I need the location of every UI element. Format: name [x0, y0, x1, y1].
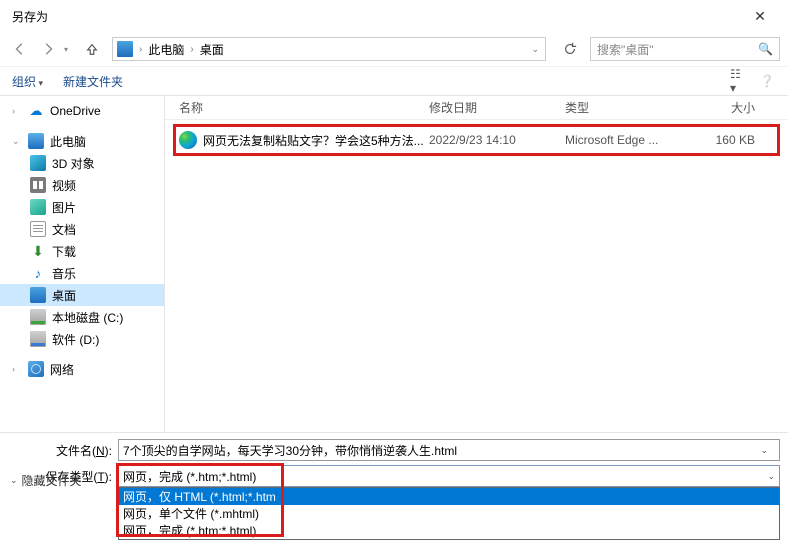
disk-icon: [30, 309, 46, 325]
chevron-down-icon: ⌄: [767, 471, 775, 482]
sidebar-item-label: 文档: [52, 221, 76, 238]
new-folder-button[interactable]: 新建文件夹: [63, 73, 123, 90]
edge-icon: [179, 131, 197, 149]
sidebar-item-label: 网络: [50, 361, 74, 378]
sidebar-item-disk-d[interactable]: 软件 (D:): [0, 328, 164, 350]
document-icon: [30, 221, 46, 237]
refresh-button[interactable]: [558, 37, 582, 61]
back-button[interactable]: [8, 37, 32, 61]
sidebar-item-label: 图片: [52, 199, 76, 216]
pc-icon: [117, 41, 133, 57]
file-type: Microsoft Edge ...: [565, 133, 685, 147]
sidebar-item-onedrive[interactable]: ›☁OneDrive: [0, 100, 164, 122]
view-options-button[interactable]: ☷ ▾: [730, 72, 748, 90]
navigation-tree[interactable]: ›☁OneDrive ⌄此电脑 3D 对象 视频 图片 文档 ⬇下载 ♪音乐 桌…: [0, 96, 165, 432]
sidebar-item-label: 本地磁盘 (C:): [52, 309, 123, 326]
file-row[interactable]: 网页无法复制粘贴文字？学会这5种方法... 2022/9/23 14:10 Mi…: [179, 127, 774, 153]
cube-icon: [30, 155, 46, 171]
sidebar-item-network[interactable]: ›网络: [0, 358, 164, 380]
breadcrumb-pc[interactable]: 此电脑: [148, 41, 184, 58]
window-title: 另存为: [8, 8, 740, 25]
address-dropdown-icon[interactable]: ⌄: [529, 44, 541, 55]
sidebar-item-label: 下载: [52, 243, 76, 260]
filetype-option[interactable]: 网页，仅 HTML (*.html;*.htm: [119, 488, 779, 505]
sidebar-item-3d[interactable]: 3D 对象: [0, 152, 164, 174]
file-list[interactable]: 名称 修改日期 类型 大小 网页无法复制粘贴文字？学会这5种方法... 2022…: [165, 96, 788, 432]
hide-folders-toggle[interactable]: ⌄ 隐藏文件夹: [10, 472, 82, 489]
column-header-type[interactable]: 类型: [565, 99, 685, 116]
pc-icon: [28, 133, 44, 149]
filetype-selected: 网页，完成 (*.htm;*.html): [123, 468, 256, 485]
file-name: 网页无法复制粘贴文字？学会这5种方法...: [203, 132, 429, 149]
sidebar-item-music[interactable]: ♪ 音乐: [0, 262, 164, 284]
sidebar-item-desktop[interactable]: 桌面: [0, 284, 164, 306]
filetype-option[interactable]: 网页，单个文件 (*.mhtml): [119, 505, 779, 522]
filename-dropdown-icon[interactable]: ⌄: [760, 445, 768, 456]
column-header-date[interactable]: 修改日期: [429, 99, 565, 116]
sidebar-item-documents[interactable]: 文档: [0, 218, 164, 240]
up-button[interactable]: [80, 37, 104, 61]
disk-icon: [30, 331, 46, 347]
music-icon: ♪: [30, 265, 46, 281]
breadcrumb-desktop[interactable]: 桌面: [200, 41, 224, 58]
sidebar-item-label: 此电脑: [50, 133, 86, 150]
picture-icon: [30, 199, 46, 215]
sidebar-item-label: 视频: [52, 177, 76, 194]
sidebar-item-disk-c[interactable]: 本地磁盘 (C:): [0, 306, 164, 328]
chevron-icon: ⌄: [10, 475, 18, 486]
address-bar[interactable]: › 此电脑 › 桌面 ⌄: [112, 37, 546, 61]
search-placeholder: 搜索"桌面": [597, 41, 758, 58]
sidebar-item-videos[interactable]: 视频: [0, 174, 164, 196]
hide-folders-label: 隐藏文件夹: [22, 472, 82, 489]
filetype-combobox[interactable]: 网页，完成 (*.htm;*.html) ⌄: [118, 465, 780, 487]
cloud-icon: ☁: [28, 103, 44, 119]
network-icon: [28, 361, 44, 377]
close-button[interactable]: ✕: [740, 8, 780, 25]
sidebar-item-downloads[interactable]: ⬇ 下载: [0, 240, 164, 262]
search-icon: 🔍: [758, 42, 773, 56]
video-icon: [30, 177, 46, 193]
chevron-right-icon: ›: [188, 44, 195, 55]
sidebar-item-label: 桌面: [52, 287, 76, 304]
forward-button[interactable]: [36, 37, 60, 61]
sidebar-item-label: 音乐: [52, 265, 76, 282]
download-icon: ⬇: [30, 243, 46, 259]
history-dropdown[interactable]: ▾: [64, 45, 76, 54]
sidebar-item-label: 3D 对象: [52, 155, 95, 172]
desktop-icon: [30, 287, 46, 303]
filename-input[interactable]: [118, 439, 780, 461]
filetype-dropdown[interactable]: 网页，仅 HTML (*.html;*.htm 网页，单个文件 (*.mhtml…: [118, 487, 780, 540]
column-header-name[interactable]: 名称: [179, 99, 429, 116]
sidebar-item-pictures[interactable]: 图片: [0, 196, 164, 218]
file-date: 2022/9/23 14:10: [429, 133, 565, 147]
column-header-size[interactable]: 大小: [685, 99, 755, 116]
sidebar-item-this-pc[interactable]: ⌄此电脑: [0, 130, 164, 152]
filetype-option[interactable]: 网页，完成 (*.htm;*.html): [119, 522, 779, 539]
file-size: 160 KB: [685, 133, 755, 147]
chevron-right-icon: ›: [137, 44, 144, 55]
filename-label: 文件名(N):: [8, 442, 118, 459]
help-button[interactable]: ❔: [758, 72, 776, 90]
search-input[interactable]: 搜索"桌面" 🔍: [590, 37, 780, 61]
sidebar-item-label: OneDrive: [50, 104, 101, 118]
sidebar-item-label: 软件 (D:): [52, 331, 99, 348]
organize-menu[interactable]: 组织: [12, 73, 43, 90]
